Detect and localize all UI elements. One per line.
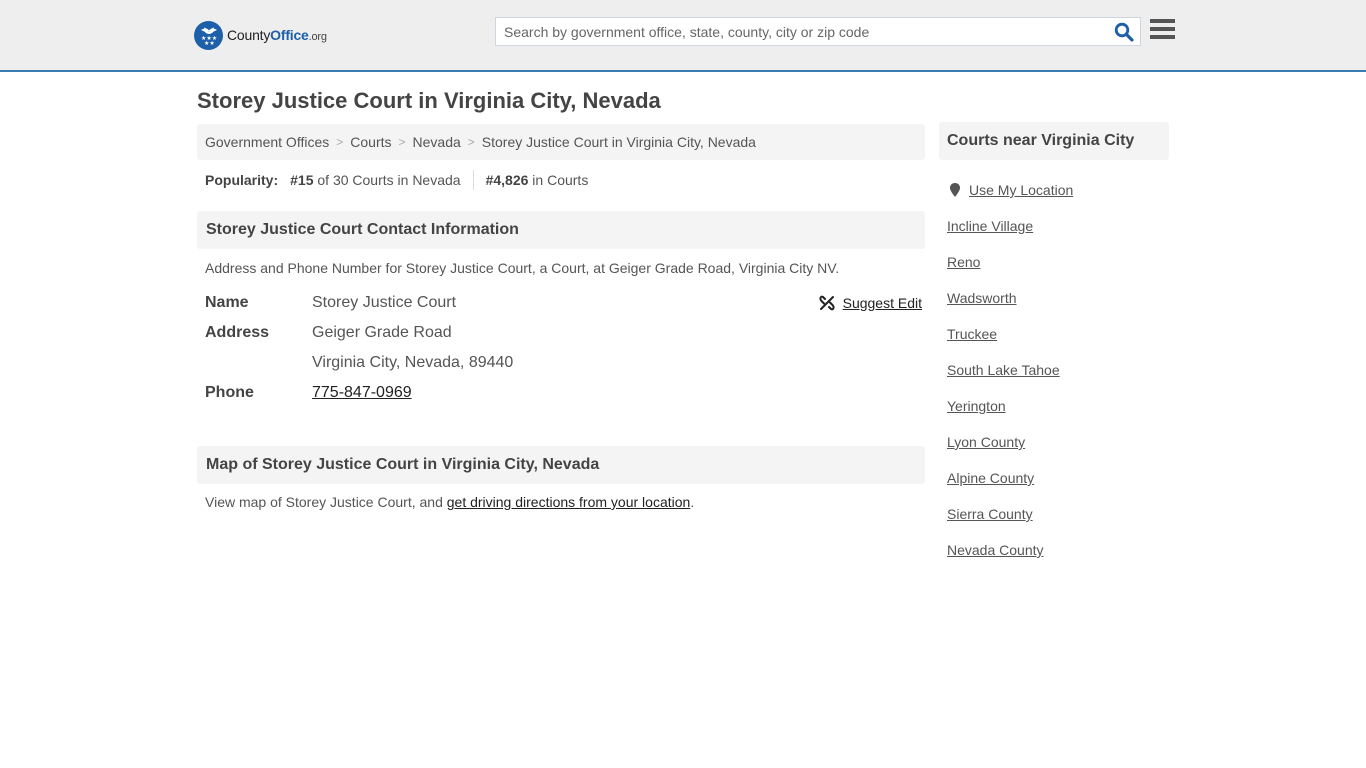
menu-bar bbox=[1150, 19, 1175, 23]
list-item: Alpine County bbox=[947, 460, 1169, 496]
sidebar-heading: Courts near Virginia City bbox=[939, 122, 1169, 160]
main-content: Government Offices > Courts > Nevada > S… bbox=[197, 124, 925, 510]
suggest-edit-label: Suggest Edit bbox=[842, 295, 922, 311]
nearby-court-link[interactable]: Nevada County bbox=[947, 542, 1044, 558]
breadcrumb-separator: > bbox=[467, 135, 475, 149]
nearby-court-link[interactable]: Alpine County bbox=[947, 470, 1034, 486]
breadcrumb: Government Offices > Courts > Nevada > S… bbox=[197, 124, 925, 160]
nearby-court-link[interactable]: Wadsworth bbox=[947, 290, 1017, 306]
nearby-court-link[interactable]: South Lake Tahoe bbox=[947, 362, 1060, 378]
search-input[interactable] bbox=[496, 18, 1096, 45]
hamburger-menu-icon[interactable] bbox=[1150, 19, 1175, 41]
logo-link[interactable]: ★★★ ★★ CountyOffice.org bbox=[194, 20, 327, 50]
menu-bar bbox=[1150, 27, 1175, 31]
sidebar: Courts near Virginia City Use My Locatio… bbox=[939, 122, 1169, 568]
use-my-location-link[interactable]: Use My Location bbox=[969, 182, 1073, 198]
state-rank-text: of 30 Courts in Nevada bbox=[317, 172, 461, 188]
divider bbox=[472, 170, 474, 190]
nearby-court-link[interactable]: Yerington bbox=[947, 398, 1006, 414]
national-rank-text: in Courts bbox=[532, 172, 589, 188]
list-item: Nevada County bbox=[947, 532, 1169, 568]
phone-link[interactable]: 775-847-0969 bbox=[312, 384, 412, 401]
contact-info: Suggest Edit Name Storey Justice Court A… bbox=[197, 276, 925, 408]
map-pin-icon bbox=[950, 183, 960, 197]
suggest-edit-link[interactable]: Suggest Edit bbox=[818, 295, 922, 311]
search-bar bbox=[495, 17, 1141, 46]
breadcrumb-separator: > bbox=[336, 135, 344, 149]
list-item: South Lake Tahoe bbox=[947, 352, 1169, 388]
broken-link-icon bbox=[818, 295, 835, 311]
list-item: Use My Location bbox=[947, 172, 1169, 208]
nearby-court-link[interactable]: Reno bbox=[947, 254, 980, 270]
list-item: Wadsworth bbox=[947, 280, 1169, 316]
phone-label: Phone bbox=[205, 384, 254, 401]
phone-row: Phone 775-847-0969 bbox=[205, 378, 917, 408]
address-line-1: Geiger Grade Road bbox=[312, 324, 452, 341]
address-label: Address bbox=[205, 324, 270, 341]
breadcrumb-government-offices[interactable]: Government Offices bbox=[205, 134, 329, 150]
map-desc-text: View map of Storey Justice Court, and bbox=[205, 494, 447, 510]
popularity-bar: Popularity: #15 of 30 Courts in Nevada #… bbox=[197, 160, 925, 200]
name-label: Name bbox=[205, 294, 249, 311]
map-description: View map of Storey Justice Court, and ge… bbox=[197, 484, 925, 510]
breadcrumb-nevada[interactable]: Nevada bbox=[413, 134, 461, 150]
nearby-court-link[interactable]: Sierra County bbox=[947, 506, 1033, 522]
contact-section-heading: Storey Justice Court Contact Information bbox=[197, 211, 925, 249]
breadcrumb-current-page[interactable]: Storey Justice Court in Virginia City, N… bbox=[482, 134, 756, 150]
svg-text:★★: ★★ bbox=[204, 40, 215, 46]
nearby-court-link[interactable]: Incline Village bbox=[947, 218, 1033, 234]
map-section-heading: Map of Storey Justice Court in Virginia … bbox=[197, 446, 925, 484]
list-item: Yerington bbox=[947, 388, 1169, 424]
logo-text: CountyOffice.org bbox=[227, 27, 327, 43]
list-item: Incline Village bbox=[947, 208, 1169, 244]
search-icon[interactable] bbox=[1114, 22, 1134, 42]
contact-description: Address and Phone Number for Storey Just… bbox=[205, 260, 840, 276]
list-item: Lyon County bbox=[947, 424, 1169, 460]
driving-directions-link[interactable]: get driving directions from your locatio… bbox=[447, 494, 691, 510]
menu-bar bbox=[1150, 35, 1175, 39]
state-rank: #15 bbox=[290, 172, 314, 188]
nearby-courts-list: Use My Location Incline Village Reno Wad… bbox=[939, 172, 1169, 568]
site-header: ★★★ ★★ CountyOffice.org bbox=[0, 0, 1366, 72]
popularity-label: Popularity: bbox=[205, 172, 279, 188]
name-value: Storey Justice Court bbox=[312, 294, 457, 311]
list-item: Sierra County bbox=[947, 496, 1169, 532]
address-line-2: Virginia City, Nevada, 89440 bbox=[312, 354, 514, 371]
name-row: Name Storey Justice Court bbox=[205, 288, 917, 318]
address-row: Address Geiger Grade Road bbox=[205, 318, 917, 348]
map-desc-end: . bbox=[690, 494, 695, 510]
nearby-court-link[interactable]: Lyon County bbox=[947, 434, 1025, 450]
eagle-stars-badge-icon: ★★★ ★★ bbox=[194, 20, 223, 50]
address-row-2: Virginia City, Nevada, 89440 bbox=[205, 348, 917, 378]
breadcrumb-separator: > bbox=[398, 135, 406, 149]
breadcrumb-courts[interactable]: Courts bbox=[350, 134, 391, 150]
list-item: Truckee bbox=[947, 316, 1169, 352]
page-title: Storey Justice Court in Virginia City, N… bbox=[197, 88, 661, 113]
national-rank: #4,826 bbox=[485, 172, 529, 188]
nearby-court-link[interactable]: Truckee bbox=[947, 326, 997, 342]
list-item: Reno bbox=[947, 244, 1169, 280]
